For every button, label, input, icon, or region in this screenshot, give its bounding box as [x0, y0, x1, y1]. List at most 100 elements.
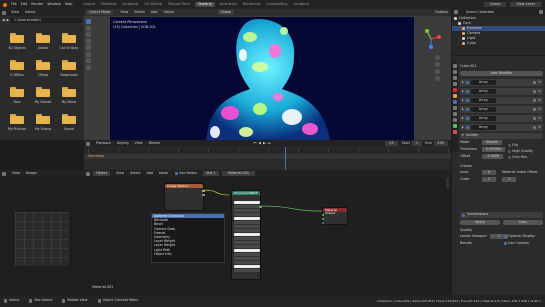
surface-input-socket[interactable] [321, 214, 324, 217]
modifier-name[interactable]: Array [470, 125, 496, 130]
menu-add[interactable]: Add [151, 10, 158, 14]
bsdf-input-field[interactable] [234, 224, 260, 229]
modifier-visibility-icon[interactable] [533, 99, 537, 102]
scale-tool-icon[interactable] [86, 45, 91, 50]
render-tab-icon[interactable] [453, 70, 457, 74]
image-editor-icon[interactable] [2, 171, 6, 176]
tab-shading[interactable]: Shading [194, 1, 215, 8]
menu-edit[interactable]: Edit [21, 2, 28, 6]
cursor-tool-icon[interactable] [86, 25, 91, 31]
menu-marker[interactable]: Marker [149, 141, 161, 145]
modifier-visibility-icon[interactable] [533, 108, 537, 111]
menu-window[interactable]: Window [47, 2, 60, 6]
solidify-modifier-panel[interactable]: ▾ Solidify [460, 133, 543, 139]
copy-button[interactable]: Copy [503, 220, 543, 225]
outliner-icon[interactable] [454, 10, 458, 14]
remove-modifier-icon[interactable]: ✕ [538, 89, 541, 93]
bsdf-input-field[interactable] [234, 252, 260, 256]
apply-button[interactable]: Apply [460, 220, 500, 225]
modifier-name[interactable]: Array [470, 89, 496, 94]
modifier-name[interactable]: Array [470, 98, 496, 103]
remove-modifier-icon[interactable]: ✕ [538, 125, 541, 129]
array-modifier-panel[interactable]: ▸ Array ✕ [460, 79, 543, 86]
high-quality-checkbox[interactable] [508, 150, 511, 153]
current-frame[interactable]: 53 [385, 140, 398, 147]
add-menu-item[interactable]: Object Info [152, 252, 224, 256]
folder-icon[interactable] [62, 87, 76, 97]
world-tab-icon[interactable] [453, 88, 457, 92]
displacement-input-socket[interactable] [321, 222, 324, 225]
scene-selector[interactable]: Scene [484, 1, 507, 8]
bsdf-input-field[interactable] [234, 236, 260, 241]
modifier-tab-icon[interactable] [453, 100, 457, 104]
array-modifier-panel[interactable]: ▸ Array ✕ [460, 106, 543, 113]
thickness-value[interactable]: 0.0000m [482, 147, 506, 152]
tab-rendering[interactable]: Rendering [243, 2, 260, 6]
bsdf-input-field[interactable] [234, 264, 260, 268]
modifier-visibility-icon[interactable] [533, 81, 537, 84]
outer-value[interactable]: 2 [482, 177, 497, 182]
bsdf-input-field[interactable] [234, 212, 260, 217]
menu-view[interactable]: View [11, 10, 19, 14]
perspective-toggle-icon[interactable] [435, 76, 440, 81]
folder-icon[interactable] [62, 33, 76, 43]
back-arrow-icon[interactable]: ◀ [2, 18, 5, 22]
array-modifier-panel[interactable]: ▸ Array ✕ [460, 124, 543, 131]
expand-arrow-icon[interactable]: ▸ [462, 80, 464, 84]
bsdf-input-field[interactable] [234, 220, 260, 225]
outliner-row[interactable]: Cube [452, 41, 545, 46]
play-controls[interactable]: ⏮◀▶⏭ [253, 141, 272, 145]
tab-layout[interactable]: Layout [83, 2, 95, 6]
camera-view-icon[interactable] [435, 69, 440, 74]
folder-icon[interactable] [10, 33, 24, 43]
use-creases-checkbox[interactable] [504, 242, 507, 245]
menu-keying[interactable]: Keying [117, 141, 128, 145]
menu-file[interactable]: File [11, 2, 17, 6]
modifier-visibility-icon[interactable] [533, 117, 537, 120]
tab-modeling[interactable]: Modeling [101, 2, 116, 6]
forward-arrow-icon[interactable]: ▶ [7, 18, 10, 22]
folder-icon[interactable] [62, 114, 76, 124]
rotate-tool-icon[interactable] [86, 38, 91, 44]
menu-object[interactable]: Object [163, 10, 174, 14]
inner-value[interactable]: 0 [482, 170, 497, 175]
bsdf-input-field[interactable] [234, 208, 260, 213]
scene-tab-icon[interactable] [453, 82, 457, 86]
blender-logo-icon[interactable] [3, 2, 7, 7]
bsdf-input-field[interactable] [234, 201, 260, 205]
bsdf-input-field[interactable] [234, 260, 260, 264]
image-texture-node[interactable]: Image Texture [164, 183, 205, 211]
tab-scripting[interactable]: Scripting [294, 2, 309, 6]
annotate-tool-icon[interactable] [86, 58, 91, 63]
array-modifier-panel[interactable]: ▸ Array ✕ [460, 88, 543, 95]
modifier-name[interactable]: Array [470, 116, 496, 121]
volume-input-socket[interactable] [321, 218, 324, 221]
remove-modifier-icon[interactable]: ✕ [538, 107, 541, 111]
expand-arrow-icon[interactable]: ▸ [462, 107, 464, 111]
modifier-visibility-icon[interactable] [533, 90, 537, 93]
folder-icon[interactable] [10, 60, 24, 70]
material-tab-icon[interactable] [453, 130, 457, 134]
move-tool-icon[interactable] [86, 32, 91, 37]
timeline-ruler[interactable] [84, 148, 451, 153]
tab-sculpting[interactable]: Sculpting [122, 2, 138, 6]
remove-modifier-icon[interactable]: ✕ [538, 116, 541, 120]
menu-playback[interactable]: Playback [96, 141, 111, 145]
mode-selector[interactable]: Object Mode [86, 9, 114, 16]
menu-view[interactable]: View [120, 10, 128, 14]
flip-checkbox[interactable] [508, 144, 511, 147]
expand-arrow-icon[interactable]: ▸ [462, 116, 464, 120]
output-tab-icon[interactable] [453, 76, 457, 80]
menu-image[interactable]: Image [26, 171, 37, 175]
mode-value[interactable]: Simple [482, 140, 502, 145]
tab-animation[interactable]: Animation [220, 2, 237, 6]
bsdf-input-field[interactable] [234, 240, 260, 245]
remove-modifier-icon[interactable]: ✕ [538, 98, 541, 102]
folder-editor-icon[interactable] [2, 10, 6, 15]
modifier-visibility-icon[interactable] [533, 126, 537, 129]
data-tab-icon[interactable] [453, 124, 457, 128]
object-name[interactable]: Cube.001 [460, 64, 476, 68]
bsdf-input-field[interactable] [234, 216, 260, 221]
bsdf-input-field[interactable] [234, 204, 260, 209]
add-modifier-button[interactable]: Add Modifier [460, 71, 543, 76]
